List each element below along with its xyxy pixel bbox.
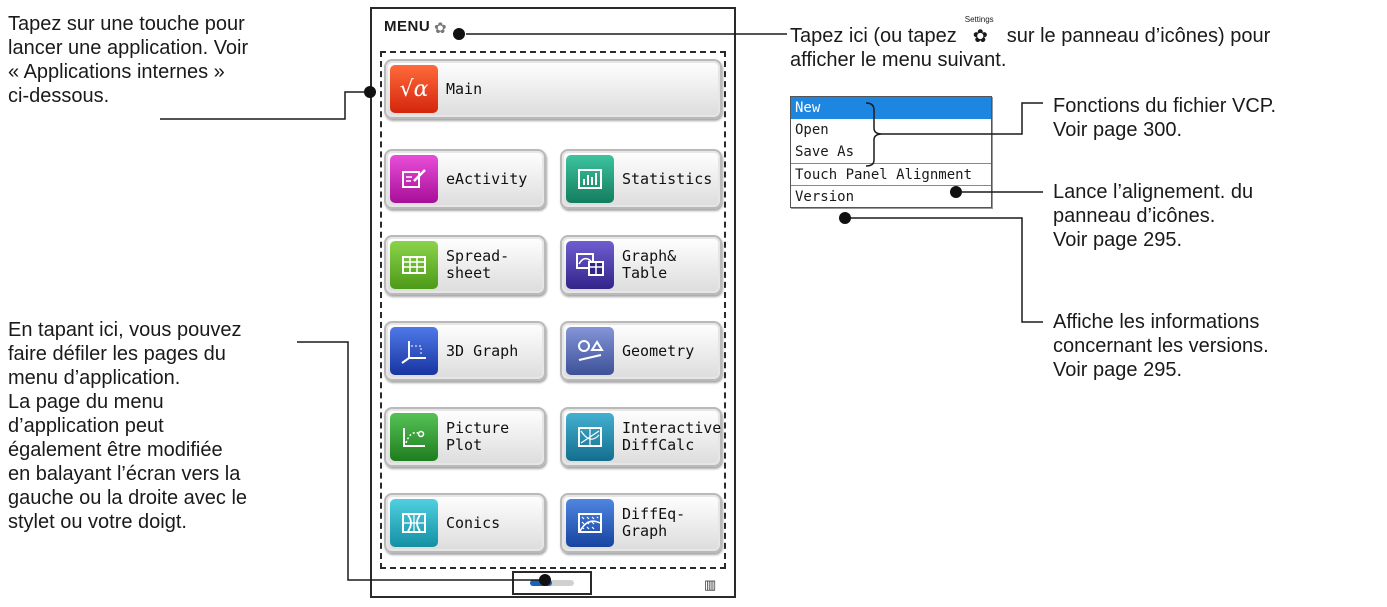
leader-dot-menu bbox=[453, 28, 465, 40]
leader-version bbox=[851, 217, 1043, 323]
leader-pager bbox=[297, 341, 545, 581]
leader-dot-alignment bbox=[950, 186, 962, 198]
leader-dot-pager bbox=[539, 574, 551, 586]
leader-vcp-bracket bbox=[865, 102, 883, 167]
leader-lines bbox=[160, 28, 1043, 586]
leader-vcp bbox=[882, 102, 1043, 135]
leader-apps bbox=[160, 91, 376, 120]
leader-dot-apps bbox=[364, 86, 376, 98]
leader-dot-version bbox=[839, 212, 851, 224]
